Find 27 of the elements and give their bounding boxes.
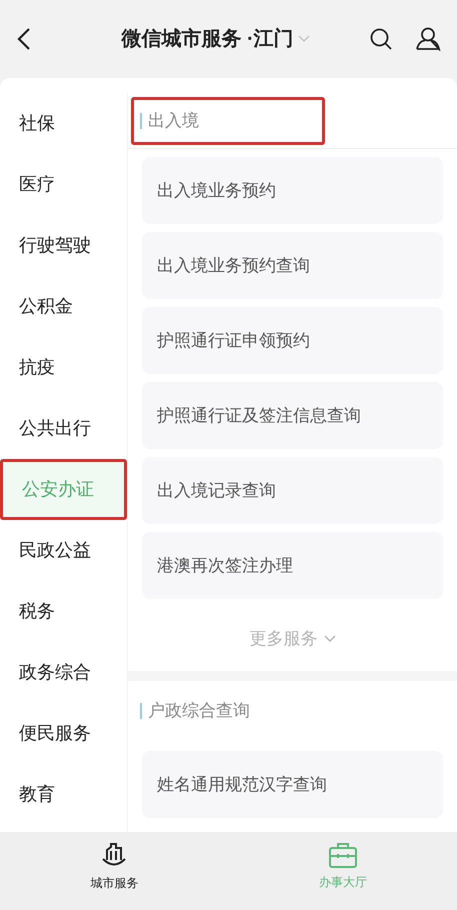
service-item[interactable]: 姓名通用规范汉字查询 xyxy=(142,751,443,818)
section-heading: 户政综合查询 xyxy=(128,687,250,735)
sidebar-item[interactable]: 政务综合 xyxy=(0,642,127,703)
back-icon[interactable] xyxy=(16,27,32,51)
chevron-down-icon xyxy=(324,635,336,643)
page-title: 微信城市服务 ·江门 xyxy=(121,26,294,52)
user-icon[interactable] xyxy=(415,27,441,51)
service-item[interactable]: 出入境记录查询 xyxy=(142,457,443,524)
sidebar-item[interactable]: 教育 xyxy=(0,764,127,825)
service-item[interactable]: 出入境业务预约查询 xyxy=(142,232,443,299)
sidebar-item[interactable]: 公积金 xyxy=(0,276,127,337)
sidebar-item[interactable]: 税务 xyxy=(0,581,127,642)
sidebar-item[interactable]: 行驶驾驶 xyxy=(0,215,127,276)
sidebar-item[interactable]: 社保 xyxy=(0,93,127,154)
section-heading: 出入境 xyxy=(131,96,325,144)
service-item[interactable]: 护照通行证申领预约 xyxy=(142,307,443,374)
tab-bar-item[interactable]: 城市服务 xyxy=(0,832,228,910)
search-icon[interactable] xyxy=(369,27,393,51)
sidebar-item[interactable]: 抗疫 xyxy=(0,337,127,398)
sidebar-item[interactable]: 便民服务 xyxy=(0,703,127,764)
service-item[interactable]: 港澳再次签注办理 xyxy=(142,532,443,599)
sidebar-item[interactable]: 民政公益 xyxy=(0,520,127,581)
sidebar-item[interactable]: 公共出行 xyxy=(0,398,127,459)
briefcase-icon xyxy=(328,841,358,869)
sidebar-item[interactable]: 医疗 xyxy=(0,154,127,215)
service-item[interactable]: 出入境业务预约 xyxy=(142,157,443,224)
service-item[interactable]: 护照通行证及签注信息查询 xyxy=(142,382,443,449)
